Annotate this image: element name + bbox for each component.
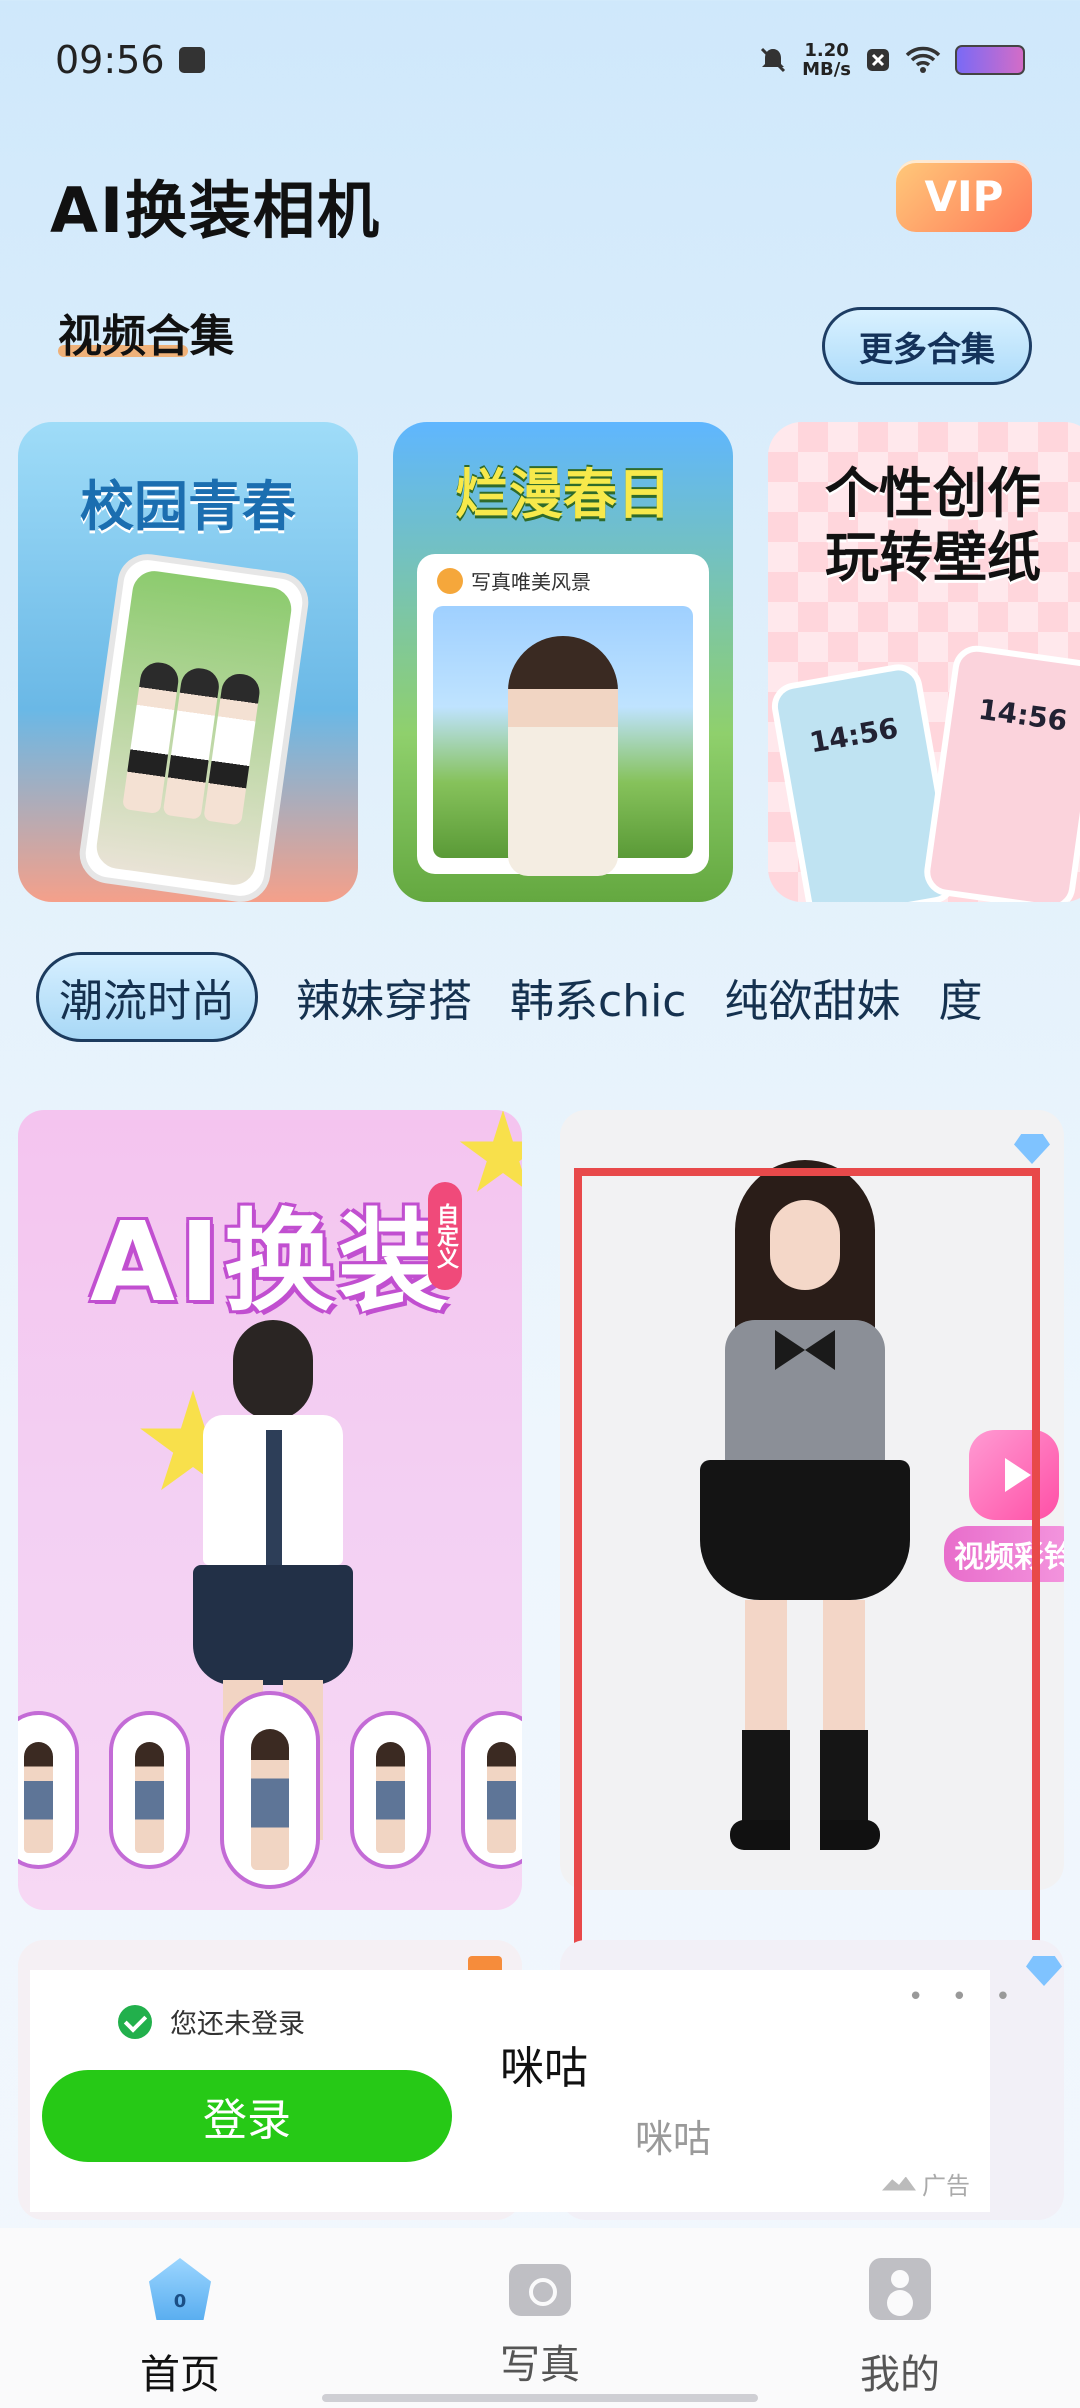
ad-mark-text: 广告	[922, 2172, 970, 2200]
tab-sweet-girl[interactable]: 纯欲甜妹	[725, 965, 901, 1029]
home-badge: 0	[173, 2291, 187, 2312]
login-ad-banner: 您还未登录 登录 咪咕 咪咕 广告	[30, 1970, 990, 2212]
wallpaper-phone-pink: 14:56	[921, 642, 1080, 902]
camera-icon	[509, 2264, 571, 2316]
phone-illustration	[75, 550, 313, 902]
students-image	[122, 660, 262, 826]
app-title: AI换装相机	[50, 174, 382, 247]
outfit-option[interactable]	[18, 1711, 79, 1869]
outfit-option-selected[interactable]	[219, 1691, 321, 1889]
spring-portrait-image	[433, 606, 693, 876]
nav-photo-label: 写真	[500, 2342, 580, 2388]
status-bar: 09:56 1.20 MB/s	[0, 0, 1080, 120]
tab-korean-chic[interactable]: 韩系chic	[510, 965, 687, 1029]
collection-title: 个性创作 玩转壁纸	[768, 462, 1080, 590]
wifi-icon	[905, 46, 941, 73]
nav-home[interactable]: 0 首页	[80, 2228, 280, 2408]
heart-icon	[437, 567, 463, 594]
phone-screen-image	[93, 568, 295, 888]
wallpaper-clock: 14:56	[807, 711, 901, 760]
speed-unit: MB/s	[802, 59, 851, 80]
close-box-icon	[867, 49, 889, 71]
collection-title-line1: 个性创作	[825, 462, 1041, 525]
star-decoration	[459, 1110, 522, 1192]
collection-card-spring[interactable]: 烂漫春日 写真唯美风景	[393, 422, 733, 902]
network-speed: 1.20 MB/s	[802, 41, 851, 79]
battery-icon	[955, 45, 1025, 75]
photo-frame: 写真唯美风景	[417, 554, 709, 876]
collection-title-line2: 玩转壁纸	[825, 526, 1041, 589]
nav-profile[interactable]: 我的	[800, 2228, 1000, 2408]
mute-bell-icon	[761, 47, 786, 73]
login-button[interactable]: 登录	[42, 2070, 452, 2162]
gesture-bar	[322, 2394, 758, 2402]
section-title: 视频合集	[58, 311, 234, 362]
ai-outfit-title: AI换装	[90, 1198, 453, 1326]
ai-outfit-card[interactable]: AI换装 自定义	[18, 1110, 522, 1910]
ad-subtitle[interactable]: 咪咕	[635, 2108, 711, 2163]
outfit-option[interactable]	[108, 1711, 190, 1869]
home-icon: 0	[149, 2258, 211, 2320]
photo-frame-caption: 写真唯美风景	[471, 570, 591, 594]
tab-hot-girl[interactable]: 辣妹穿搭	[296, 965, 472, 1029]
login-status-text: 您还未登录	[170, 2009, 305, 2040]
outfit-option[interactable]	[461, 1711, 522, 1869]
clock-text: 09:56	[55, 38, 165, 82]
category-tabs: 潮流时尚 辣妹穿搭 韩系chic 纯欲甜妹 度	[0, 952, 1080, 1042]
portrait-figure	[508, 636, 618, 876]
speed-value: 1.20	[804, 40, 849, 61]
more-collections-button[interactable]: 更多合集	[822, 307, 1032, 385]
wallpaper-clock: 14:56	[976, 692, 1070, 738]
status-indicators: 1.20 MB/s	[758, 41, 1025, 79]
ad-label: 广告	[882, 2166, 970, 2201]
tab-trend-fashion[interactable]: 潮流时尚	[36, 952, 258, 1042]
vip-button[interactable]: VIP	[896, 160, 1032, 232]
collection-title: 烂漫春日	[455, 463, 671, 526]
message-notification-icon	[178, 47, 205, 73]
collection-card-campus[interactable]: 校园青春	[18, 422, 358, 902]
ad-title[interactable]: 咪咕	[500, 2032, 588, 2096]
nav-photo[interactable]: 写真	[440, 2228, 640, 2408]
custom-tag: 自定义	[428, 1182, 462, 1290]
more-options-icon[interactable]: • • •	[908, 1982, 1021, 2012]
ad-logo-icon	[882, 2176, 916, 2191]
status-time: 09:56	[55, 38, 205, 82]
check-circle-icon	[118, 2004, 152, 2039]
photo-frame-header: 写真唯美风景	[437, 566, 591, 595]
diamond-icon	[1014, 1134, 1050, 1164]
login-status: 您还未登录	[118, 2002, 305, 2041]
bottom-navigation: 0 首页 写真 我的	[0, 2228, 1080, 2408]
nav-home-label: 首页	[140, 2352, 220, 2398]
highlight-box	[574, 1168, 1040, 2030]
wallpaper-phones-image: 14:56 14:56	[768, 642, 1080, 902]
collection-card-wallpaper[interactable]: 个性创作 玩转壁纸 14:56 14:56	[768, 422, 1080, 902]
outfit-option[interactable]	[350, 1711, 432, 1869]
nav-profile-label: 我的	[860, 2352, 940, 2398]
outfit-options	[18, 1691, 522, 1889]
profile-icon	[869, 2258, 931, 2320]
collection-title: 校园青春	[80, 475, 296, 538]
tab-more[interactable]: 度	[939, 965, 983, 1029]
